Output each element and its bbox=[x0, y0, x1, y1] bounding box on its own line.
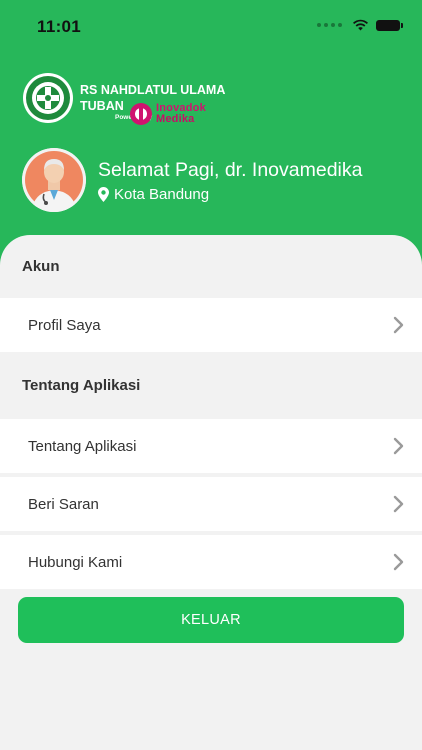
chevron-right-icon bbox=[393, 437, 404, 455]
battery-icon bbox=[376, 19, 403, 31]
brand-name: Inovadok Medika bbox=[156, 103, 206, 125]
location-pin-icon bbox=[98, 187, 109, 202]
menu-item-feedback[interactable]: Beri Saran bbox=[0, 477, 422, 531]
logout-button-label: KELUAR bbox=[181, 612, 241, 628]
greeting-text: Selamat Pagi, dr. Inovamedika bbox=[98, 159, 363, 181]
hospital-logo: RS NAHDLATUL ULAMA TUBAN Powered By Inov… bbox=[22, 72, 242, 126]
menu-item-contact-label: Hubungi Kami bbox=[28, 553, 123, 571]
profile-header: 11:01 RS NAHDLATUL ULAMA TUBAN Powered B… bbox=[0, 0, 422, 270]
status-icons bbox=[317, 19, 403, 31]
brand-mark-icon bbox=[130, 103, 152, 125]
menu-item-profile[interactable]: Profil Saya bbox=[0, 298, 422, 352]
signal-dots-icon bbox=[317, 23, 342, 27]
brand-line2: Medika bbox=[156, 113, 195, 125]
brand-logo: Inovadok Medika bbox=[129, 102, 219, 126]
logout-button[interactable]: KELUAR bbox=[18, 597, 404, 643]
chevron-right-icon bbox=[393, 495, 404, 513]
menu-item-about-app[interactable]: Tentang Aplikasi bbox=[0, 419, 422, 473]
hospital-emblem-icon bbox=[23, 73, 73, 123]
status-time: 11:01 bbox=[37, 17, 82, 36]
menu-item-feedback-label: Beri Saran bbox=[28, 495, 99, 513]
menu-item-profile-label: Profil Saya bbox=[28, 316, 101, 334]
menu-item-contact[interactable]: Hubungi Kami bbox=[0, 535, 422, 589]
doctor-avatar-icon bbox=[22, 148, 86, 212]
wifi-icon bbox=[353, 19, 368, 31]
chevron-right-icon bbox=[393, 553, 404, 571]
section-title-account: Akun bbox=[22, 258, 60, 275]
location: Kota Bandung bbox=[98, 186, 209, 203]
avatar[interactable] bbox=[22, 148, 86, 212]
chevron-right-icon bbox=[393, 316, 404, 334]
menu-item-about-app-label: Tentang Aplikasi bbox=[28, 437, 137, 455]
location-text: Kota Bandung bbox=[114, 186, 210, 203]
menu-panel: Akun Profil Saya Tentang Aplikasi Tentan… bbox=[0, 235, 422, 750]
status-bar: 11:01 bbox=[0, 0, 422, 54]
section-title-about: Tentang Aplikasi bbox=[22, 377, 141, 394]
